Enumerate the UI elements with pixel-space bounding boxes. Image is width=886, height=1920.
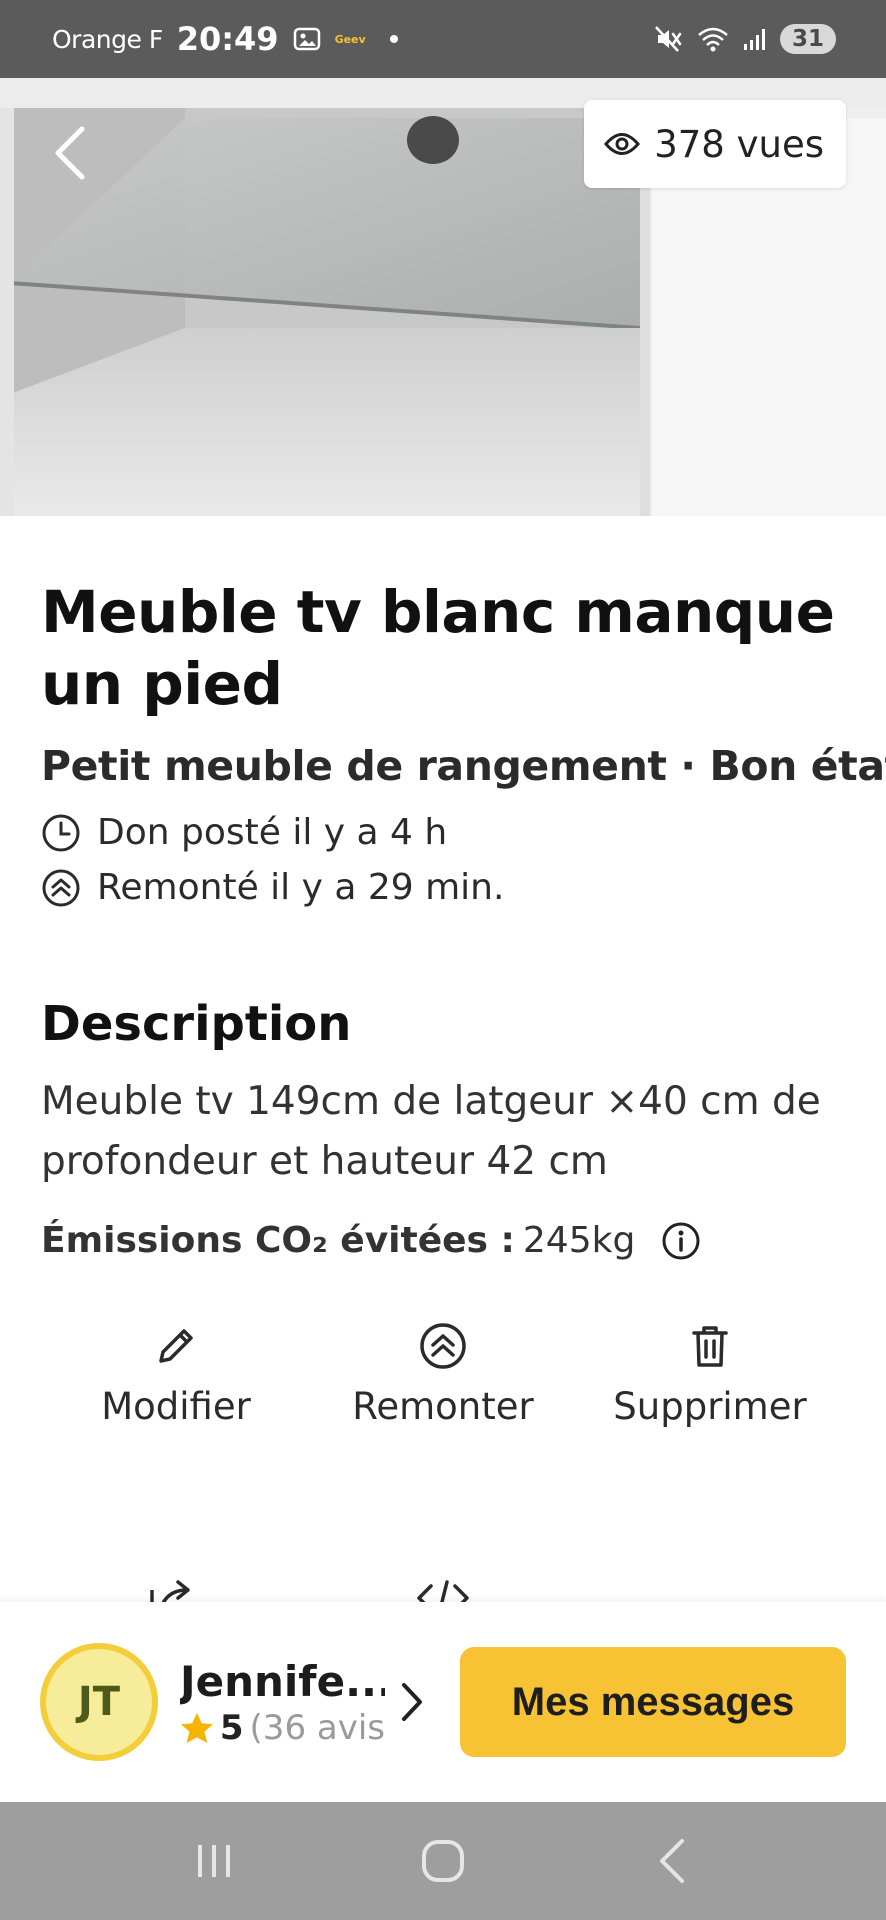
trash-icon [692,1326,728,1367]
posted-time: Don posté il y a 4 h [97,812,448,853]
signal-icon [742,26,768,52]
home-icon [421,1840,464,1882]
description-heading: Description [41,996,352,1052]
avatar[interactable]: JT [40,1643,158,1761]
star-icon [180,1712,213,1743]
home-button[interactable] [398,1821,488,1901]
status-left: Orange F 20:49 Geev [52,20,398,58]
bump-icon [42,869,80,906]
listing-details: Meuble tv blanc manque un pied Petit meu… [0,516,886,1428]
status-right: 31 [654,24,836,54]
owner-actions: Modifier Remonter Supprimer [41,1321,845,1428]
rating-value: 5 [219,1707,244,1748]
bump-button[interactable]: Remonter [328,1321,558,1428]
listing-title: Meuble tv blanc manque un pied [41,578,835,718]
seller-name: Jennife... [180,1656,385,1706]
bump-up-icon [420,1323,466,1369]
co2-row: Émissions CO₂ évitées : 245kg [41,1220,845,1261]
recents-button[interactable] [169,1821,259,1901]
co2-value: 245kg [522,1220,636,1261]
bumped-time: Remonté il y a 29 min. [97,867,505,908]
recents-icon [198,1845,231,1877]
my-messages-button[interactable]: Mes messages [460,1647,846,1757]
info-icon[interactable] [661,1221,701,1261]
wifi-icon [696,25,730,53]
battery-level: 31 [779,24,836,54]
eye-icon [604,133,641,155]
listing-photo[interactable]: 378 vues [0,78,886,516]
reviews-count: (36 avis [249,1707,385,1748]
secondary-actions [0,1572,886,1604]
seller-bar: JT Jennife... 5 (36 avis Mes messages [0,1602,886,1802]
co2-label: Émissions CO₂ évitées : [41,1220,515,1261]
chevron-right-icon[interactable] [399,1680,425,1724]
listing-category-condition: Petit meuble de rangement · Bon état [41,742,886,790]
seller-rating: 5 (36 avis [180,1708,385,1748]
system-nav-bar [0,1802,886,1920]
views-count: 378 vues [654,122,824,166]
bump-label: Remonter [352,1385,534,1428]
posted-row: Don posté il y a 4 h [41,812,845,853]
notification-dot [389,35,398,43]
system-back-button[interactable] [627,1821,717,1901]
description-text: Meuble tv 149cm de latgeur ×40 cm de pro… [41,1079,821,1184]
chevron-left-icon [55,126,85,180]
mute-icon [654,25,684,53]
clock: 20:49 [176,20,279,58]
bumped-row: Remonté il y a 29 min. [41,867,845,908]
seller-profile-link[interactable]: Jennife... 5 (36 avis [180,1657,385,1748]
status-bar: Orange F 20:49 Geev 31 [0,0,886,78]
carrier-name: Orange F [52,24,163,54]
gallery-notification-icon [293,26,321,52]
geev-notification-icon: Geev [334,32,366,46]
delete-label: Supprimer [613,1385,807,1428]
pencil-icon [159,1329,193,1363]
back-button[interactable] [40,118,100,188]
edit-label: Modifier [101,1385,251,1428]
views-badge: 378 vues [584,100,846,188]
edit-button[interactable]: Modifier [61,1321,291,1428]
embed-code-icon[interactable] [415,1578,471,1604]
delete-button[interactable]: Supprimer [595,1321,825,1428]
clock-icon [42,814,80,851]
back-arrow-icon [659,1839,684,1883]
share-icon[interactable] [148,1578,198,1604]
